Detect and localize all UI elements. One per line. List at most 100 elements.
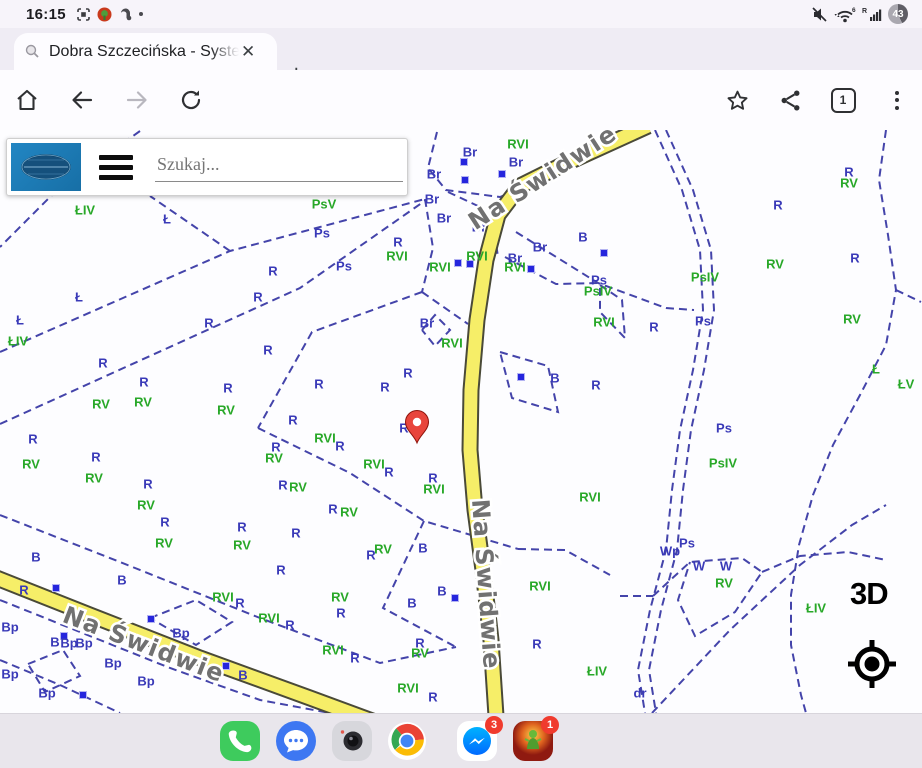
parcel-label: B — [31, 550, 40, 565]
parcel-label: B — [418, 541, 427, 556]
map-3d-button[interactable]: 3D — [850, 576, 888, 612]
parcel-label: R — [98, 356, 108, 371]
parcel-label: R — [350, 651, 360, 666]
camera-app-icon[interactable] — [332, 721, 372, 761]
home-button[interactable] — [12, 85, 42, 115]
parcel-label: R — [278, 478, 288, 493]
reload-button[interactable] — [176, 85, 206, 115]
parcel-label: RVI — [212, 590, 233, 605]
share-button[interactable] — [775, 85, 805, 115]
parcel-label: RVI — [322, 643, 343, 658]
parcel-boundary-line — [653, 558, 762, 636]
phone-app-icon[interactable] — [220, 721, 260, 761]
parcel-label: RV — [374, 542, 392, 557]
parcel-label: R — [328, 502, 338, 517]
parcel-label: Bp — [172, 626, 189, 641]
parcel-label: R — [235, 596, 245, 611]
back-button[interactable] — [67, 85, 97, 115]
parcel-label: B — [407, 596, 416, 611]
parcel-label: Br — [533, 240, 547, 255]
map-canvas[interactable]: ŁIVŁPsVPsPsŁŁŁIVRRVIRVIBrBrBrBrBrBrRVIRV… — [0, 130, 922, 713]
map-view[interactable]: ŁIVŁPsVPsPsŁŁŁIVRRVIRVIBrBrBrBrBrBrRVIRV… — [0, 130, 922, 713]
parcel-label: R — [237, 520, 247, 535]
parcel-label: RVI — [593, 315, 614, 330]
forward-button[interactable] — [122, 85, 152, 115]
parcel-label: R — [28, 432, 38, 447]
menu-hamburger-icon[interactable] — [99, 155, 133, 180]
building-marker — [455, 260, 462, 267]
tab-close-icon[interactable]: ✕ — [241, 42, 255, 62]
parcel-label: ŁIV — [587, 664, 608, 679]
parcel-boundary-line — [258, 292, 422, 428]
system-status-icons: 6 R 43 — [811, 0, 908, 28]
parcel-label: PsIV — [709, 456, 738, 471]
earbud-icon — [118, 7, 133, 22]
chrome-app-icon[interactable] — [387, 721, 427, 761]
mobile-signal-icon: R — [862, 6, 882, 23]
building-marker — [452, 595, 459, 602]
parcel-label: RVI — [363, 457, 384, 472]
map-search-card — [6, 138, 408, 196]
parcel-label: Br — [420, 316, 434, 331]
parcel-label: R — [253, 290, 263, 305]
parcel-label: Ł — [16, 313, 24, 328]
parcel-label: RV — [137, 498, 155, 513]
parcel-label: R — [649, 320, 659, 335]
parcel-label: R — [204, 316, 214, 331]
menu-kebab-button[interactable] — [882, 85, 912, 115]
search-input[interactable] — [155, 152, 403, 182]
screenshot-icon — [76, 7, 91, 22]
parcel-label: R — [314, 377, 324, 392]
notification-dot — [139, 12, 143, 16]
parcel-label: R — [143, 477, 153, 492]
parcel-label: PsIV — [584, 284, 613, 299]
geo-system-logo[interactable] — [11, 143, 81, 191]
parcel-label: Ps — [679, 536, 695, 551]
map-pin[interactable] — [406, 411, 429, 444]
browser-tab[interactable]: Dobra Szczecińska - System ✕ — [14, 33, 277, 70]
parcel-label: RVI — [507, 137, 528, 152]
building-marker — [80, 692, 87, 699]
parcel-label: R — [336, 606, 346, 621]
road-name-label: Na Świdwie — [462, 130, 622, 236]
battery-indicator: 43 — [888, 4, 908, 24]
parcel-label: R — [223, 381, 233, 396]
parcel-label: RV — [92, 397, 110, 412]
building-marker — [462, 177, 469, 184]
parcel-label: RVI — [466, 249, 487, 264]
parcel-label: RV — [85, 471, 103, 486]
tab-count: 1 — [831, 88, 856, 113]
tab-switcher-button[interactable]: 1 — [828, 85, 858, 115]
parcel-label: Br — [463, 145, 477, 160]
parcel-label: B — [578, 230, 587, 245]
parcel-label: R — [773, 198, 783, 213]
parcel-label: Br — [509, 155, 523, 170]
parcel-label: RV — [340, 505, 358, 520]
parcel-label: B — [117, 573, 126, 588]
parcel-label: Wp — [660, 544, 680, 559]
parcel-label: ŁIV — [806, 601, 827, 616]
parcel-label: B — [550, 371, 559, 386]
messenger-app-icon[interactable]: 3 — [457, 721, 497, 761]
parcel-label: PsIV — [691, 270, 720, 285]
parcel-label: RV — [233, 538, 251, 553]
game-app-icon[interactable]: 1 — [513, 721, 553, 761]
road-name-label: Na Świdwie — [466, 498, 508, 671]
parcel-label: Br — [425, 192, 439, 207]
parcel-label: B — [238, 668, 247, 683]
parcel-label: R — [335, 439, 345, 454]
parcel-label: RV — [411, 646, 429, 661]
parcel-label: R — [428, 690, 438, 705]
parcel-label: RV — [331, 590, 349, 605]
parcel-label: R — [380, 380, 390, 395]
gps-locate-icon[interactable] — [844, 636, 900, 692]
parcel-label: W — [693, 559, 706, 574]
parcel-label: B — [50, 635, 59, 650]
messages-app-icon[interactable] — [276, 721, 316, 761]
bookmark-star-button[interactable] — [722, 85, 752, 115]
status-bar: 16:15 6 R 43 — [0, 0, 922, 28]
building-marker — [528, 266, 535, 273]
building-marker — [601, 250, 608, 257]
parcel-label: dr — [634, 686, 647, 701]
parcel-label: RVI — [314, 431, 335, 446]
